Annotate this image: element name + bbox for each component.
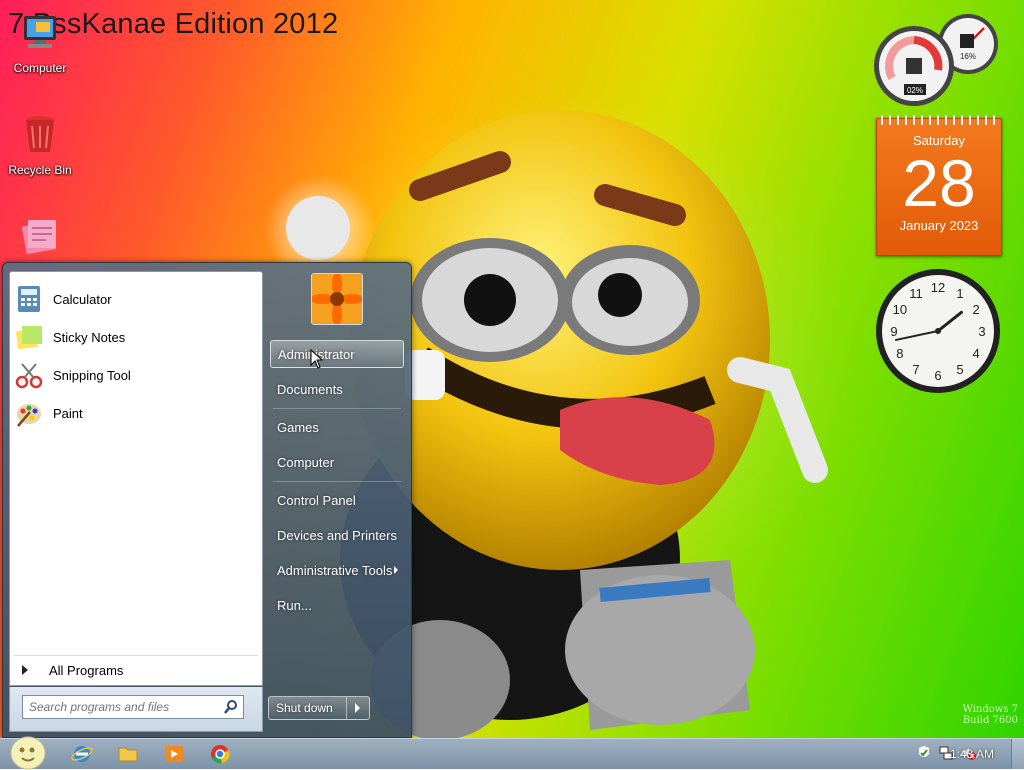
pinned-programs-pane: Calculator Sticky Notes Snipping Tool Pa… bbox=[9, 271, 263, 657]
media-player-icon[interactable] bbox=[162, 743, 186, 765]
desktop-icon-label: Recycle Bin bbox=[8, 163, 72, 177]
program-label: Paint bbox=[53, 405, 83, 421]
taskbar: 1:43 AM bbox=[0, 736, 1024, 770]
desktop: 7 BssKanae Edition 2012 Computer Recycle… bbox=[0, 0, 1024, 738]
start-item-computer[interactable]: Computer bbox=[270, 448, 404, 476]
start-item-label: Games bbox=[277, 419, 319, 435]
start-item-control-panel[interactable]: Control Panel bbox=[270, 486, 404, 514]
all-programs-button[interactable]: All Programs bbox=[9, 655, 263, 686]
desktop-icon-label: Computer bbox=[13, 61, 67, 75]
folder-icon[interactable] bbox=[116, 743, 140, 765]
clock-numeral: 10 bbox=[893, 302, 907, 317]
memory-readout: 16% bbox=[960, 52, 976, 61]
internet-explorer-icon[interactable] bbox=[70, 743, 94, 765]
clock-numeral: 4 bbox=[972, 346, 979, 361]
mouse-cursor-icon bbox=[310, 349, 324, 369]
program-label: Snipping Tool bbox=[53, 367, 131, 383]
program-label: Calculator bbox=[53, 291, 112, 307]
search-input[interactable] bbox=[23, 699, 221, 715]
program-snipping-tool[interactable]: Snipping Tool bbox=[14, 358, 258, 392]
start-item-label: Devices and Printers bbox=[277, 527, 397, 543]
paint-icon bbox=[17, 404, 41, 427]
computer-icon bbox=[24, 16, 56, 48]
start-item-label: Administrative Tools bbox=[277, 562, 393, 578]
shutdown-options-button[interactable] bbox=[346, 697, 369, 719]
program-label: Sticky Notes bbox=[53, 329, 126, 345]
calendar-rings bbox=[881, 115, 997, 125]
shutdown-button[interactable]: Shut down bbox=[269, 697, 346, 719]
clock-numeral: 11 bbox=[909, 286, 923, 301]
start-item-administrator[interactable]: Administrator bbox=[270, 340, 404, 368]
desktop-icon-notes[interactable] bbox=[0, 214, 80, 263]
clock-numeral: 3 bbox=[978, 324, 985, 339]
recycle-bin-icon bbox=[26, 116, 54, 152]
windows-watermark: Windows 7 Build 7600 bbox=[963, 704, 1018, 726]
shutdown-group: Shut down bbox=[268, 696, 370, 720]
cpu-readout: 02% bbox=[907, 86, 923, 95]
desktop-icon-computer[interactable]: Computer bbox=[0, 10, 80, 75]
start-item-label: Control Panel bbox=[277, 492, 356, 508]
clock-numeral: 8 bbox=[896, 346, 903, 361]
program-paint[interactable]: Paint bbox=[14, 396, 258, 430]
calendar-gadget[interactable]: Saturday 28 January 2023 bbox=[876, 115, 1002, 256]
chrome-icon[interactable] bbox=[208, 743, 232, 765]
search-box[interactable] bbox=[22, 695, 244, 719]
user-picture[interactable] bbox=[311, 273, 363, 325]
program-sticky-notes[interactable]: Sticky Notes bbox=[14, 320, 258, 354]
watermark-line2: Build 7600 bbox=[962, 715, 1018, 726]
start-item-run[interactable]: Run... bbox=[270, 591, 404, 619]
start-item-label: Run... bbox=[277, 597, 312, 613]
watermark-line1: Windows 7 bbox=[962, 704, 1018, 715]
cpu-meter-gadget[interactable]: 16% 02% bbox=[872, 8, 1002, 108]
clock-numeral: 12 bbox=[931, 280, 945, 295]
clock-numeral: 9 bbox=[890, 324, 897, 339]
start-item-administrative-tools[interactable]: Administrative Tools bbox=[270, 556, 404, 584]
start-item-label: Documents bbox=[277, 381, 343, 397]
search-icon[interactable] bbox=[223, 699, 239, 715]
start-item-label: Computer bbox=[277, 454, 335, 470]
clock-numeral: 1 bbox=[956, 286, 963, 301]
flower-icon bbox=[312, 274, 362, 324]
calendar-month-year: January 2023 bbox=[899, 218, 979, 233]
submenu-arrow-icon bbox=[394, 566, 398, 574]
start-menu: Calculator Sticky Notes Snipping Tool Pa… bbox=[2, 262, 412, 738]
sticky-notes-icon bbox=[15, 326, 42, 350]
calendar-day: 28 bbox=[902, 146, 976, 220]
notes-icon bbox=[21, 220, 57, 255]
calculator-icon bbox=[18, 286, 40, 312]
clock-numeral: 5 bbox=[956, 362, 963, 377]
arrow-right-icon bbox=[22, 665, 28, 675]
clock-numeral: 2 bbox=[972, 302, 979, 317]
start-item-games[interactable]: Games bbox=[270, 413, 404, 441]
program-calculator[interactable]: Calculator bbox=[14, 282, 258, 316]
start-item-devices-and-printers[interactable]: Devices and Printers bbox=[270, 521, 404, 549]
all-programs-label: All Programs bbox=[49, 662, 124, 678]
start-button[interactable] bbox=[4, 736, 46, 770]
start-item-documents[interactable]: Documents bbox=[270, 375, 404, 403]
action-center-icon[interactable] bbox=[916, 745, 932, 761]
clock-gadget[interactable]: 1234567891011 12 bbox=[875, 268, 1001, 394]
desktop-icon-recycle-bin[interactable]: Recycle Bin bbox=[0, 112, 80, 177]
clock-numeral: 7 bbox=[912, 362, 919, 377]
clock-numeral: 6 bbox=[934, 368, 941, 383]
search-area bbox=[9, 687, 263, 732]
snipping-tool-icon bbox=[15, 363, 43, 389]
show-desktop-button[interactable] bbox=[1011, 739, 1024, 769]
taskbar-clock[interactable]: 1:43 AM bbox=[950, 747, 994, 761]
